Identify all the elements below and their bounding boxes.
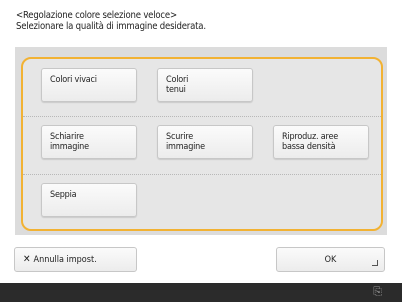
screen-instruction: Selezionare la qualità di immagine desid… <box>16 21 206 32</box>
option-label: Colori vivaci <box>50 75 97 85</box>
option-scurire-immagine-button[interactable]: Scurire immagine <box>157 125 253 159</box>
option-riproduz-aree-bassa-densita-button[interactable]: Riproduz. aree bassa densità <box>273 125 369 159</box>
ok-label: OK <box>324 254 337 265</box>
option-label: Scurire immagine <box>166 132 205 152</box>
screen-title: <Regolazione colore selezione veloce> <box>16 10 177 21</box>
row-divider <box>23 116 381 117</box>
status-bar: ⎘ <box>0 283 402 302</box>
ok-button[interactable]: OK <box>276 247 385 272</box>
cancel-settings-label: Annulla impost. <box>33 254 97 265</box>
option-colori-vivaci-button[interactable]: Colori vivaci <box>41 68 137 102</box>
corner-arrow-icon <box>372 260 378 266</box>
option-schiarire-immagine-button[interactable]: Schiarire immagine <box>41 125 137 159</box>
cancel-settings-button[interactable]: ✕ Annulla impost. <box>14 247 137 272</box>
option-label: Schiarire immagine <box>50 132 89 152</box>
close-icon: ✕ <box>23 254 31 265</box>
option-label: Seppia <box>50 190 77 200</box>
option-label: Riproduz. aree bassa densità <box>282 132 339 152</box>
option-seppia-button[interactable]: Seppia <box>41 183 137 217</box>
network-icon: ⎘ <box>373 285 382 298</box>
option-label: Colori tenui <box>166 75 189 95</box>
screen-header: <Regolazione colore selezione veloce> Se… <box>16 10 206 32</box>
option-colori-tenui-button[interactable]: Colori tenui <box>157 68 253 102</box>
row-divider <box>23 174 381 175</box>
